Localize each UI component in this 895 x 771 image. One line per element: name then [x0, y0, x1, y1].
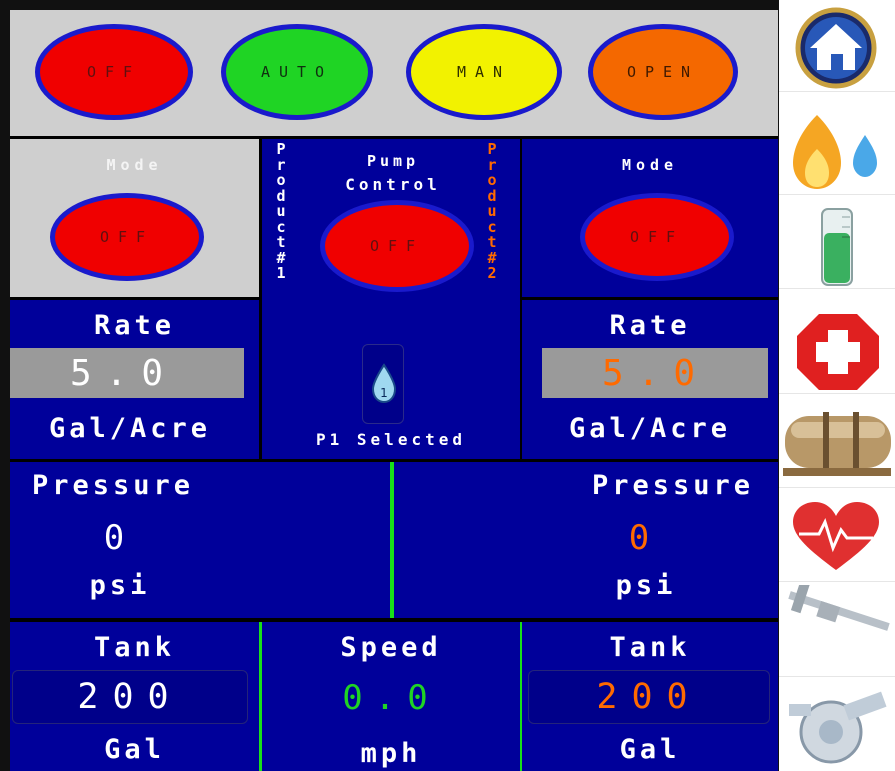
right-tank-label: Tank: [609, 632, 691, 663]
test-tube-icon: [821, 208, 853, 286]
product-1-vertical-label: P r o d u c t # 1: [276, 140, 286, 282]
left-tank-label: Tank: [93, 632, 176, 663]
speed-label: Speed: [340, 632, 442, 663]
pump-title-line2: Control: [345, 175, 441, 194]
right-rate-unit: Gal/Acre: [568, 413, 732, 444]
man-button[interactable]: MAN: [406, 24, 562, 120]
off-button[interactable]: OFF: [35, 24, 193, 120]
main-panel: OFF AUTO MAN OPEN Mode OFF P r o d u c t…: [10, 10, 778, 771]
right-tank-unit: Gal: [619, 734, 681, 765]
product-drop-icon: 1: [371, 363, 397, 404]
product-select-button[interactable]: 1: [362, 344, 404, 424]
pump-control-off-button[interactable]: OFF: [320, 200, 474, 292]
left-mode-off-button[interactable]: OFF: [50, 193, 204, 281]
measure-button[interactable]: [779, 585, 895, 677]
svg-text:1: 1: [380, 386, 388, 400]
left-rate-unit: Gal/Acre: [48, 413, 212, 444]
side-nav: [779, 0, 895, 771]
selected-product-text: P1 Selected: [316, 430, 466, 449]
left-tank-unit: Gal: [104, 734, 165, 765]
screen: OFF AUTO MAN OPEN Mode OFF P r o d u c t…: [0, 0, 895, 771]
speed-unit: mph: [360, 738, 422, 769]
right-pressure-value: 0: [628, 518, 662, 558]
tank-icon: [783, 412, 891, 476]
right-rate-value[interactable]: 5.0: [542, 348, 768, 398]
right-pressure-unit: psi: [615, 570, 677, 601]
right-mode-off-button[interactable]: OFF: [580, 193, 734, 281]
caliper-icon: [788, 585, 890, 631]
right-pressure-label: Pressure: [591, 470, 754, 501]
right-mode-label: Mode: [621, 156, 679, 174]
home-icon: [795, 7, 877, 89]
flowmeter-button[interactable]: [779, 680, 895, 771]
pump-title-line1: Pump: [366, 152, 420, 170]
product-2-vertical-label: P r o d u c t # 2: [487, 140, 497, 282]
fluid-drops-icon: [793, 115, 877, 189]
tank-button[interactable]: [779, 396, 895, 488]
red-cross-icon: [797, 314, 879, 390]
left-rate-value[interactable]: 5.0: [10, 348, 244, 398]
home-button[interactable]: [779, 0, 895, 92]
flowmeter-icon: [789, 691, 887, 764]
health-button[interactable]: [779, 490, 895, 582]
pressure-divider: [390, 462, 394, 618]
left-mode-label: Mode: [106, 156, 163, 174]
calibration-button[interactable]: [779, 197, 895, 289]
left-pressure-label: Pressure: [32, 470, 195, 501]
fluids-button[interactable]: [779, 103, 895, 195]
left-tank-value[interactable]: 200: [12, 670, 248, 724]
diagnostics-button[interactable]: [779, 302, 895, 394]
left-pressure-unit: psi: [89, 570, 151, 601]
right-rate-label: Rate: [609, 310, 691, 341]
left-pressure-value: 0: [103, 518, 137, 558]
open-button[interactable]: OPEN: [588, 24, 738, 120]
auto-button[interactable]: AUTO: [221, 24, 373, 120]
speed-value: 0.0: [342, 678, 440, 718]
left-rate-label: Rate: [93, 310, 176, 341]
right-tank-value[interactable]: 200: [528, 670, 770, 724]
heartbeat-icon: [793, 502, 879, 570]
